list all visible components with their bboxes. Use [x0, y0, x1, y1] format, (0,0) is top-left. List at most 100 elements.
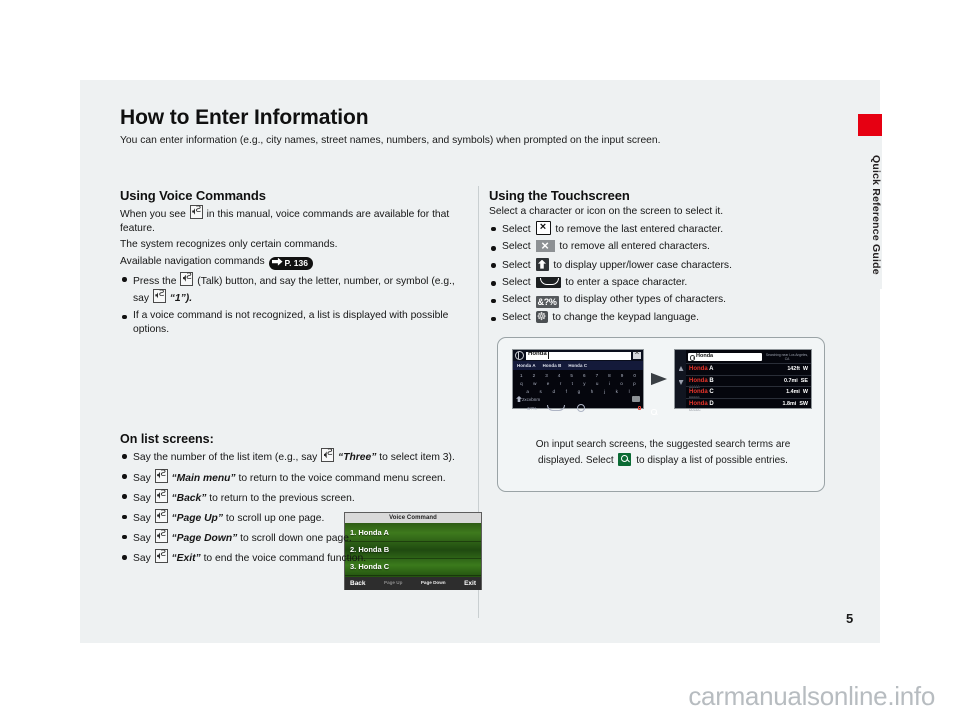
- key[interactable]: e: [547, 381, 550, 386]
- space-bar-icon[interactable]: [546, 405, 565, 411]
- scroll-rail[interactable]: [675, 350, 686, 408]
- key[interactable]: f: [566, 389, 567, 394]
- suggestion-item[interactable]: Honda B: [543, 363, 562, 368]
- key[interactable]: 1: [520, 373, 523, 378]
- key[interactable]: u: [596, 381, 599, 386]
- search-input-value: Honda: [528, 350, 547, 357]
- keypad-language-icon: [535, 309, 548, 324]
- key[interactable]: 9: [621, 373, 624, 378]
- key[interactable]: 7: [596, 373, 599, 378]
- searching-near-label: Searching near Los Angeles, CA: [765, 353, 809, 362]
- ts-bullet-pre: Select: [502, 241, 531, 253]
- key[interactable]: j: [604, 389, 605, 394]
- key[interactable]: a: [526, 389, 529, 394]
- key[interactable]: m: [536, 397, 540, 402]
- ts-bullet-post: to enter a space character.: [565, 276, 688, 288]
- voice-p1-a: When you see: [120, 209, 186, 220]
- page-up-button[interactable]: Page Up: [384, 581, 402, 586]
- key[interactable]: 8: [608, 373, 611, 378]
- list-item: If a voice command is not recognized, a …: [120, 309, 470, 337]
- list-bullet-command: “Page Down”: [171, 533, 238, 545]
- text-caret: [548, 352, 549, 359]
- shift-icon[interactable]: [516, 396, 522, 402]
- right-column: Using the Touchscreen Select a character…: [489, 188, 834, 328]
- page-reference-label: P. 136: [284, 257, 308, 268]
- list-item: Select to enter a space character.: [489, 276, 834, 290]
- suggestion-item[interactable]: Honda A: [517, 363, 536, 368]
- figure-images: Honda Honda A Honda B Honda C 1 2 3 4 5 …: [512, 348, 812, 412]
- distance-unit: mi: [793, 389, 800, 395]
- key[interactable]: l: [629, 389, 630, 394]
- key[interactable]: o: [620, 381, 623, 386]
- delete-all-icon[interactable]: [633, 348, 641, 359]
- distance-unit: mi: [791, 377, 798, 384]
- touchscreen-bullets: Select to remove the last entered charac…: [489, 220, 834, 325]
- on-list-screens-bullets: Say the number of the list item (e.g., s…: [120, 447, 470, 566]
- key[interactable]: r: [560, 381, 562, 386]
- key[interactable]: k: [616, 389, 618, 394]
- keypad-language-icon[interactable]: [576, 404, 585, 412]
- key[interactable]: 0: [633, 373, 636, 378]
- key[interactable]: y: [583, 381, 585, 386]
- search-key-highlight: [637, 406, 641, 410]
- side-tab-color-block: [858, 114, 882, 136]
- side-tab-label: Quick Reference Guide: [870, 155, 882, 275]
- symbols-key[interactable]: &?%: [527, 406, 537, 411]
- backspace-icon[interactable]: [632, 393, 640, 402]
- keyboard-input-bar: Honda: [513, 348, 643, 361]
- list-item: Press the (Talk) button, and say the let…: [120, 271, 470, 306]
- list-bullet-command: “Back”: [171, 492, 207, 504]
- results-header: Honda Searching near Los Angeles, CA: [686, 350, 811, 363]
- suggestion-item[interactable]: Honda C: [568, 363, 587, 368]
- voice-commands-p2: The system recognizes only certain comma…: [120, 239, 338, 251]
- results-list-screenshot: Honda Searching near Los Angeles, CA Hon…: [674, 349, 812, 411]
- table-row[interactable]: Honda D CCCCC 1.8mi SW: [686, 397, 811, 411]
- scroll-up-icon[interactable]: [678, 366, 684, 371]
- key[interactable]: i: [609, 381, 610, 386]
- page-number: 5: [846, 611, 854, 626]
- key[interactable]: 2: [533, 373, 536, 378]
- keypad-language-icon[interactable]: [515, 351, 524, 360]
- keyboard-row-qwerty: q w e r t y u i o p: [515, 379, 641, 387]
- ts-bullet-pre: Select: [502, 312, 531, 324]
- list-bullet-pre: Say the number of the list item (e.g., s…: [133, 452, 318, 464]
- talk-icon: [154, 468, 168, 483]
- figure-caption-b: to display a list of possible entries.: [636, 454, 788, 466]
- search-input[interactable]: Honda: [526, 350, 631, 360]
- touchscreen-heading: Using the Touchscreen: [489, 188, 630, 203]
- key[interactable]: t: [572, 381, 573, 386]
- key[interactable]: h: [591, 389, 594, 394]
- table-row[interactable]: Honda C BBBBB 1.4mi W: [686, 386, 811, 400]
- key[interactable]: s: [540, 389, 542, 394]
- table-row[interactable]: Honda B AAAAA 0.7mi SE: [686, 374, 811, 388]
- back-button[interactable]: Back: [350, 580, 366, 587]
- key[interactable]: p: [633, 381, 636, 386]
- list-bullet-post: to return to the voice command menu scre…: [238, 472, 446, 484]
- list-bullet-pre: Say: [133, 553, 151, 565]
- result-distance: 0.7mi SE: [784, 378, 808, 384]
- key[interactable]: 6: [583, 373, 586, 378]
- key[interactable]: 3: [545, 373, 548, 378]
- page-title: How to Enter Information: [120, 106, 369, 129]
- list-bullet-command: “Main menu”: [171, 472, 236, 484]
- key[interactable]: 4: [558, 373, 561, 378]
- key[interactable]: 5: [570, 373, 573, 378]
- key[interactable]: w: [533, 381, 536, 386]
- talk-icon: [189, 204, 203, 219]
- exit-button[interactable]: Exit: [464, 580, 476, 587]
- key[interactable]: q: [520, 381, 523, 386]
- page-down-button[interactable]: Page Down: [421, 581, 446, 586]
- table-row[interactable]: Honda A 142ft W: [686, 363, 811, 375]
- distance-value: 0.7: [784, 377, 792, 384]
- on-list-screens-heading: On list screens:: [120, 432, 214, 447]
- search-input[interactable]: Honda: [688, 353, 762, 362]
- talk-icon: [152, 288, 166, 303]
- delete-all-icon: [535, 237, 555, 255]
- key[interactable]: g: [578, 389, 581, 394]
- ts-bullet-post: to display upper/lower case characters.: [553, 259, 732, 271]
- page-reference-badge[interactable]: P. 136: [268, 256, 313, 270]
- list-item: Say “Main menu” to return to the voice c…: [120, 468, 470, 486]
- key[interactable]: d: [552, 389, 555, 394]
- side-tab: Quick Reference Guide: [858, 114, 882, 289]
- scroll-down-icon[interactable]: [678, 380, 684, 385]
